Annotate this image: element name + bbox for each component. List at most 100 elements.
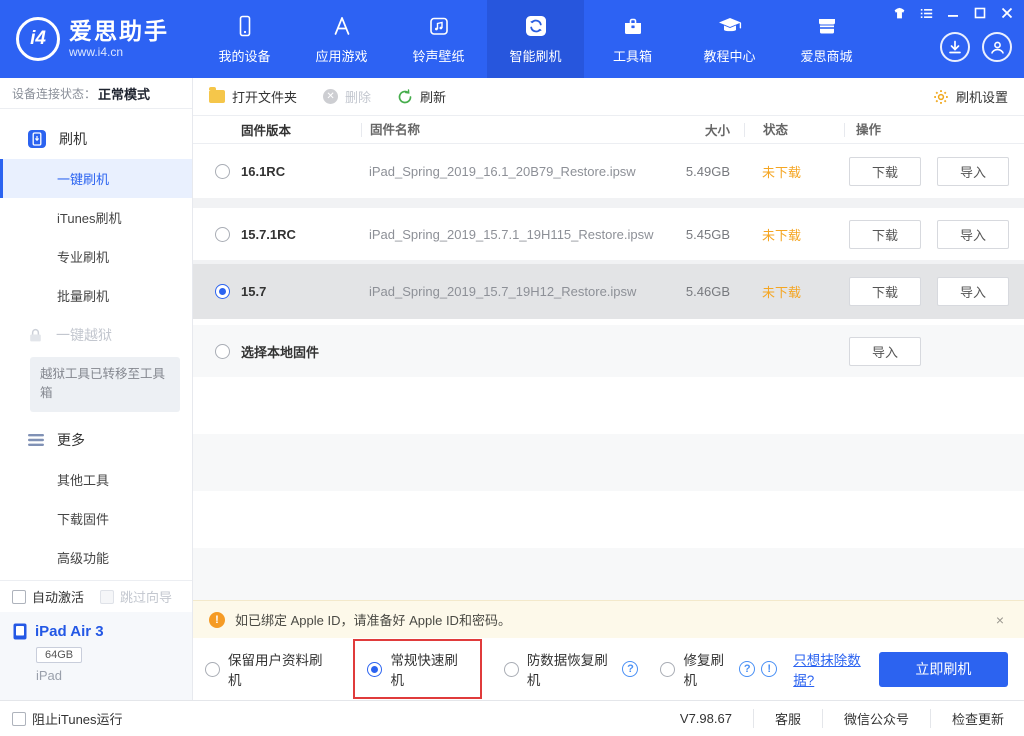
radio-button[interactable]	[503, 661, 519, 677]
info-exclamation-icon[interactable]: !	[761, 661, 778, 677]
help-question-icon[interactable]: ?	[622, 661, 639, 677]
graduation-cap-icon	[717, 13, 743, 39]
connection-status-label: 设备连接状态：	[12, 86, 97, 101]
col-header-size: 大小	[704, 124, 730, 138]
flash-now-button[interactable]: 立即刷机	[878, 651, 1008, 687]
import-button[interactable]: 导入	[849, 336, 921, 366]
header-circle-icons	[940, 32, 1012, 62]
warning-close-icon[interactable]: ×	[992, 612, 1008, 628]
option-anti-data-recovery[interactable]: 防数据恢复刷机 ?	[503, 649, 639, 689]
menu-list-icon[interactable]	[919, 6, 933, 20]
connection-status-value: 正常模式	[98, 86, 151, 102]
sidebar-checkbox-row: 自动激活 跳过向导	[0, 580, 192, 612]
sidebar-group-flash[interactable]: 刷机	[0, 119, 192, 159]
firmware-filename: iPad_Spring_2019_15.7_19H12_Restore.ipsw	[369, 284, 637, 299]
open-folder-label: 打开文件夹	[232, 90, 298, 105]
empty-stripe	[193, 548, 1024, 600]
option-label: 保留用户资料刷机	[228, 653, 323, 688]
lock-icon	[27, 327, 44, 344]
help-question-icon[interactable]: ?	[739, 661, 756, 677]
empty-stripe	[193, 491, 1024, 548]
radio-button[interactable]	[215, 343, 230, 359]
radio-button-selected[interactable]	[215, 284, 230, 299]
firmware-filename: iPad_Spring_2019_16.1_20B79_Restore.ipsw	[369, 163, 636, 179]
theme-skin-icon[interactable]	[892, 6, 906, 20]
checkbox-icon	[12, 711, 26, 726]
refresh-button[interactable]: 刷新	[397, 87, 446, 106]
sidebar-group-jailbreak: 一键越狱	[0, 315, 192, 355]
device-capacity-badge: 64GB	[36, 647, 83, 663]
auto-activate-label: 自动激活	[32, 590, 85, 605]
firmware-size: 5.45GB	[685, 226, 730, 242]
maximize-icon[interactable]	[973, 6, 987, 20]
download-button[interactable]: 下载	[849, 219, 921, 249]
radio-button-selected[interactable]	[367, 661, 383, 677]
flash-sync-icon	[523, 13, 549, 39]
device-panel: iPad Air 3 64GB iPad	[0, 612, 192, 700]
firmware-toolbar: 打开文件夹 ✕ 删除 刷新 刷机设置	[193, 78, 1024, 116]
radio-button[interactable]	[215, 226, 230, 242]
option-repair-flash[interactable]: 修复刷机 ? !	[660, 649, 778, 689]
col-header-status: 状态	[744, 122, 844, 137]
checkbox-icon	[100, 589, 115, 604]
radio-button[interactable]	[205, 661, 220, 677]
auto-activate-checkbox[interactable]: 自动激活	[12, 587, 84, 606]
customer-service-link[interactable]: 客服	[752, 709, 822, 728]
download-manager-icon[interactable]	[940, 32, 970, 62]
refresh-label: 刷新	[420, 90, 447, 105]
download-button[interactable]: 下载	[849, 156, 921, 186]
download-button[interactable]: 下载	[849, 277, 921, 306]
nav-tab-ringtones-wallpapers[interactable]: 铃声壁纸	[390, 0, 487, 78]
firmware-row[interactable]: 16.1RC iPad_Spring_2019_16.1_20B79_Resto…	[193, 144, 1024, 198]
firmware-version: 15.7	[241, 284, 267, 299]
option-keep-user-data[interactable]: 保留用户资料刷机	[205, 649, 331, 689]
nav-tab-smart-flash[interactable]: 智能刷机	[487, 0, 584, 78]
firmware-status: 未下载	[762, 285, 802, 300]
firmware-row[interactable]: 15.7.1RC iPad_Spring_2019_15.7.1_19H115_…	[193, 208, 1024, 260]
status-bar: 阻止iTunes运行 V7.98.67 客服 微信公众号 检查更新	[0, 700, 1024, 736]
erase-data-link[interactable]: 只想抹除数据?	[793, 649, 878, 689]
nav-tab-apps-games[interactable]: 应用游戏	[293, 0, 390, 78]
account-icon[interactable]	[982, 32, 1012, 62]
sidebar-item-download-firmware[interactable]: 下载固件	[0, 499, 192, 538]
firmware-size: 5.46GB	[685, 284, 730, 299]
local-firmware-row[interactable]: 选择本地固件 导入	[193, 325, 1024, 377]
skip-wizard-checkbox: 跳过向导	[100, 587, 172, 606]
nav-tab-tutorials[interactable]: 教程中心	[681, 0, 778, 78]
close-icon[interactable]	[1000, 6, 1014, 20]
firmware-table-header: 固件版本 固件名称 大小 状态 操作	[193, 116, 1024, 144]
refresh-icon	[397, 88, 413, 105]
check-update-link[interactable]: 检查更新	[929, 709, 1006, 728]
flash-settings-button[interactable]: 刷机设置	[933, 87, 1008, 106]
sidebar-item-one-key-flash[interactable]: 一键刷机	[0, 159, 192, 198]
option-normal-fast-flash[interactable]: 常规快速刷机	[367, 649, 467, 689]
option-label: 修复刷机	[683, 653, 724, 688]
nav-tab-label: 爱思商城	[800, 49, 853, 64]
sidebar-group-more[interactable]: 更多	[0, 420, 192, 460]
app-version: V7.98.67	[679, 711, 732, 726]
delete-button: ✕ 删除	[323, 87, 371, 106]
import-button[interactable]: 导入	[937, 277, 1009, 306]
sidebar-item-batch-flash[interactable]: 批量刷机	[0, 276, 192, 315]
sidebar-item-pro-flash[interactable]: 专业刷机	[0, 237, 192, 276]
nav-tab-toolbox[interactable]: 工具箱	[584, 0, 681, 78]
radio-button[interactable]	[215, 163, 230, 179]
block-itunes-checkbox[interactable]: 阻止iTunes运行	[12, 709, 123, 728]
firmware-row-selected[interactable]: 15.7 iPad_Spring_2019_15.7_19H12_Restore…	[193, 264, 1024, 319]
i4-logo-icon: i4	[16, 17, 60, 61]
radio-button[interactable]	[660, 661, 676, 677]
import-button[interactable]: 导入	[937, 156, 1009, 186]
app-window: i4 爱思助手 www.i4.cn 我的设备 应用游戏 铃声壁纸 智能刷机 工具…	[0, 0, 1024, 736]
nav-tab-my-devices[interactable]: 我的设备	[196, 0, 293, 78]
sidebar-item-other-tools[interactable]: 其他工具	[0, 460, 192, 499]
firmware-version: 16.1RC	[241, 163, 286, 179]
wechat-official-link[interactable]: 微信公众号	[821, 709, 930, 728]
open-folder-button[interactable]: 打开文件夹	[209, 87, 297, 106]
delete-label: 删除	[345, 90, 372, 105]
minimize-icon[interactable]	[946, 6, 960, 20]
sidebar-item-advanced-features[interactable]: 高级功能	[0, 538, 192, 577]
sidebar-item-itunes-flash[interactable]: iTunes刷机	[0, 198, 192, 237]
nav-tab-store[interactable]: 爱思商城	[778, 0, 875, 78]
import-button[interactable]: 导入	[937, 219, 1009, 249]
flash-settings-label: 刷机设置	[955, 90, 1008, 105]
